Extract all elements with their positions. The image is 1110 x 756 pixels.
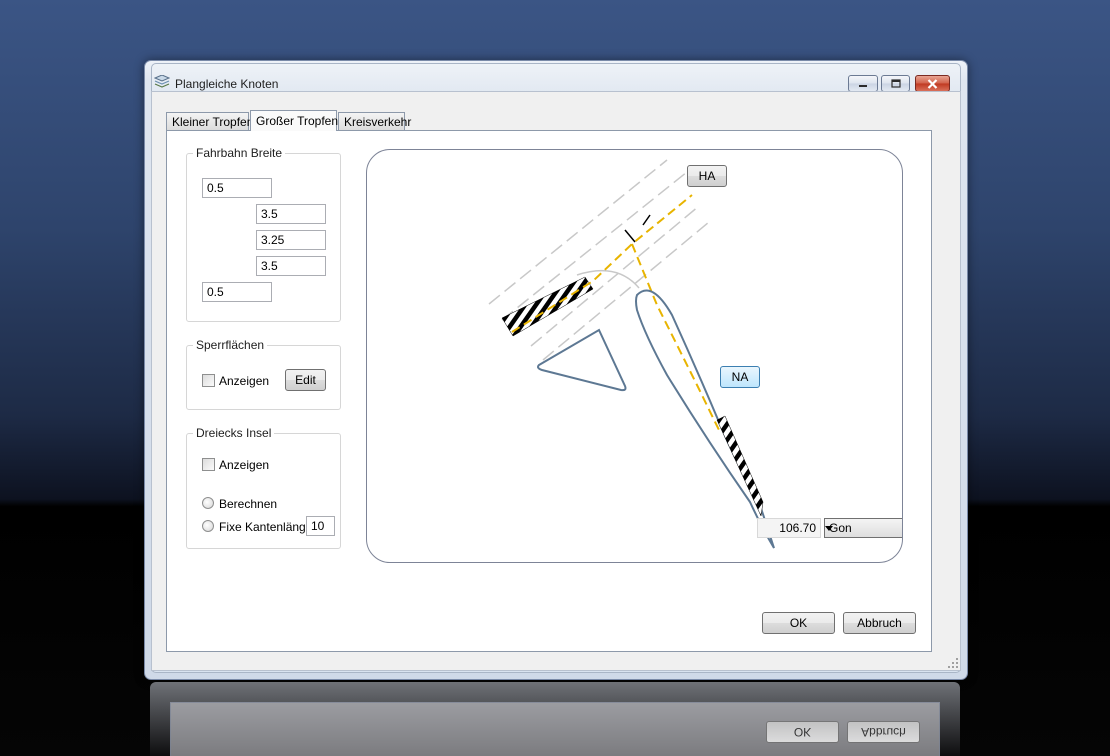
group-sperrflaechen: Sperrflächen Anzeigen Edit bbox=[186, 338, 341, 410]
maximize-icon bbox=[890, 79, 901, 88]
window-title: Plangleiche Knoten bbox=[175, 77, 279, 91]
ok-button[interactable]: OK bbox=[762, 612, 835, 634]
reflection-client: OK Abbruch bbox=[170, 702, 940, 756]
fixe-kantenlaenge-radio[interactable] bbox=[202, 520, 214, 532]
group-dreiecks-insel: Dreiecks Insel Anzeigen Berechnen Fixe K… bbox=[186, 426, 341, 549]
group-legend-dreieck: Dreiecks Insel bbox=[193, 426, 275, 440]
resize-grip-icon[interactable] bbox=[948, 658, 958, 668]
dreieck-anzeigen-checkbox[interactable] bbox=[202, 458, 215, 471]
reflection-ok-button: OK bbox=[766, 721, 839, 743]
close-button[interactable] bbox=[915, 75, 950, 92]
berechnen-label: Berechnen bbox=[219, 497, 278, 511]
group-fahrbahn-breite: Fahrbahn Breite 0.5 3.5 3.25 3.5 0.5 bbox=[186, 146, 341, 322]
group-legend-sperrflaechen: Sperrflächen bbox=[193, 338, 268, 352]
sperrflaechen-anzeigen-label: Anzeigen bbox=[219, 374, 270, 388]
fahrbahn-input-1[interactable]: 0.5 bbox=[202, 178, 272, 198]
dreieck-anzeigen-label: Anzeigen bbox=[219, 458, 270, 472]
reflection-cancel-button: Abbruch bbox=[847, 721, 920, 743]
reflection-ok-label: OK bbox=[793, 725, 812, 739]
title-bar[interactable]: Plangleiche Knoten bbox=[145, 61, 967, 95]
hatched-area-drop bbox=[716, 415, 764, 517]
fahrbahn-input-3[interactable]: 3.25 bbox=[256, 230, 326, 250]
edit-button[interactable]: Edit bbox=[285, 369, 326, 391]
fixe-kantenlaenge-input[interactable]: 10 bbox=[306, 516, 335, 536]
drop-island bbox=[635, 289, 775, 549]
fixe-kantenlaenge-label: Fixe Kantenlänge bbox=[219, 520, 313, 534]
angle-value-field[interactable]: 106.70 bbox=[757, 518, 821, 538]
cancel-button[interactable]: Abbruch bbox=[843, 612, 916, 634]
fahrbahn-input-5[interactable]: 0.5 bbox=[202, 282, 272, 302]
tab-page-grosser-tropfen: Fahrbahn Breite 0.5 3.5 3.25 3.5 0.5 Spe… bbox=[166, 130, 932, 652]
tab-grosser-tropfen[interactable]: Großer Tropfen bbox=[250, 110, 338, 131]
reflection-cancel-label: Abbruch bbox=[861, 725, 906, 739]
intersection-drawing bbox=[488, 159, 775, 549]
ha-button[interactable]: HA bbox=[687, 165, 727, 187]
tab-kleiner-tropfen[interactable]: Kleiner Tropfen bbox=[166, 112, 253, 130]
berechnen-radio[interactable] bbox=[202, 497, 214, 509]
chevron-down-icon bbox=[825, 526, 833, 531]
intersection-preview-canvas[interactable]: HA NA 106.70 Gon bbox=[366, 149, 903, 563]
sperrflaechen-anzeigen-checkbox[interactable] bbox=[202, 374, 215, 387]
na-button[interactable]: NA bbox=[720, 366, 760, 388]
maximize-button[interactable] bbox=[881, 75, 910, 92]
app-layers-icon bbox=[154, 75, 170, 88]
angle-unit-dropdown[interactable]: Gon bbox=[824, 518, 902, 538]
minimize-icon bbox=[859, 84, 867, 87]
close-icon bbox=[927, 78, 938, 89]
tab-kreisverkehr[interactable]: Kreisverkehr bbox=[338, 112, 411, 130]
dialog-client: Kleiner Tropfen Großer Tropfen Kreisverk… bbox=[151, 91, 961, 671]
group-legend-fahrbahn: Fahrbahn Breite bbox=[193, 146, 286, 160]
side-road-center-line bbox=[631, 243, 720, 431]
window-reflection: OK Abbruch bbox=[150, 682, 960, 756]
dialog-window: Plangleiche Knoten Kleiner Tropfen Große… bbox=[144, 60, 968, 680]
fahrbahn-input-4[interactable]: 3.5 bbox=[256, 256, 326, 276]
triangle-island bbox=[537, 328, 627, 392]
minimize-button[interactable] bbox=[848, 75, 878, 92]
fahrbahn-input-2[interactable]: 3.5 bbox=[256, 204, 326, 224]
